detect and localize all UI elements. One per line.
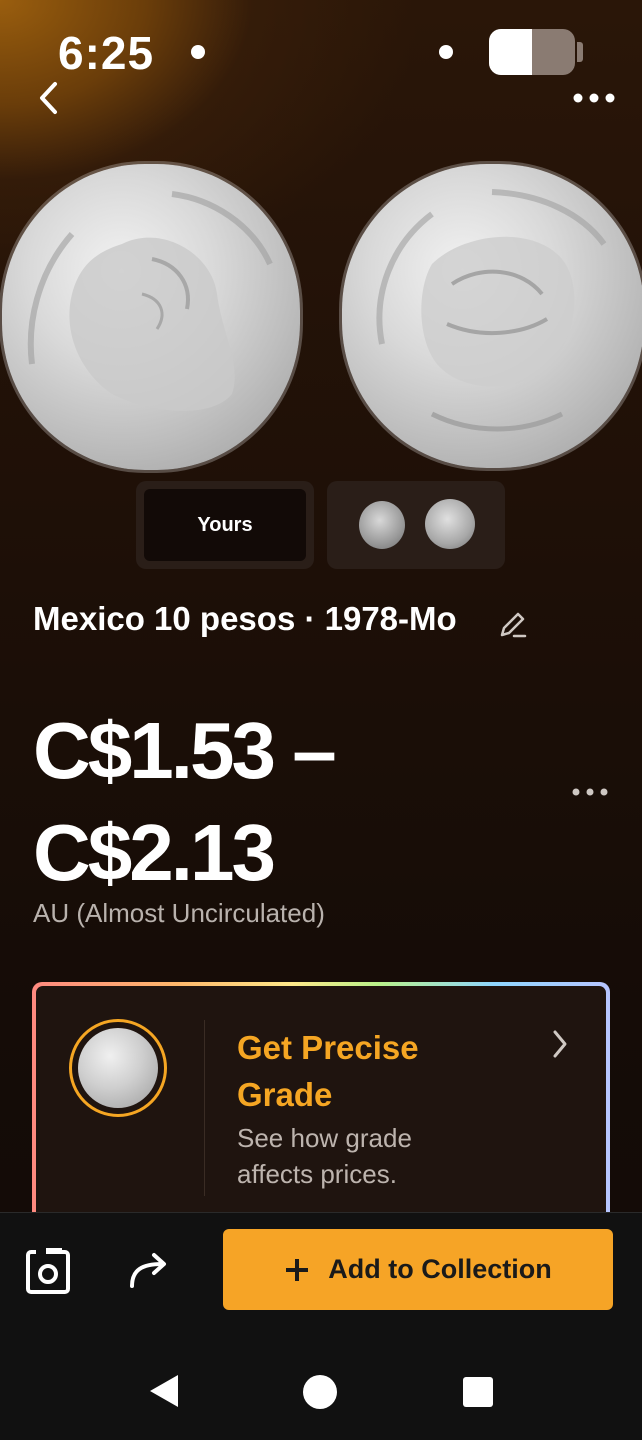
nav-home-button[interactable] xyxy=(300,1372,340,1412)
camera-icon xyxy=(26,1248,70,1294)
screen: 6:25 Yours Mexico 10 pesos · 1978-Mo C$1… xyxy=(0,0,642,1440)
chevron-left-icon xyxy=(40,82,57,114)
camera-button[interactable] xyxy=(22,1244,74,1296)
card-title: Get Precise Grade xyxy=(237,1029,419,1113)
card-divider xyxy=(204,1020,205,1196)
more-options-button[interactable] xyxy=(566,80,622,116)
nav-recents-button[interactable] xyxy=(460,1374,496,1410)
coin-obverse-image[interactable] xyxy=(2,164,300,470)
more-horizontal-icon xyxy=(573,93,615,103)
thumbnail-coin-obverse xyxy=(425,499,475,549)
price-range: C$1.53 – C$2.13 xyxy=(33,706,337,897)
pencil-icon xyxy=(500,612,527,638)
share-icon xyxy=(130,1253,166,1288)
battery-level xyxy=(489,29,532,75)
more-horizontal-icon xyxy=(572,788,608,796)
thumbnail-yours-label: Yours xyxy=(144,489,306,561)
share-button[interactable] xyxy=(122,1246,174,1294)
nav-back-button[interactable] xyxy=(140,1368,186,1414)
triangle-back-icon xyxy=(150,1375,178,1407)
card-coin-image xyxy=(69,1019,167,1117)
card-coin-thumbnail xyxy=(78,1028,158,1108)
thumbnail-yours[interactable]: Yours xyxy=(136,481,314,569)
card-subtitle: See how grade affects prices. xyxy=(237,1123,412,1189)
signal-dot xyxy=(439,45,453,59)
circle-home-icon xyxy=(303,1375,337,1409)
status-time: 6:25 xyxy=(58,27,155,79)
battery-nub xyxy=(577,42,583,62)
back-button[interactable] xyxy=(28,72,68,124)
plus-icon xyxy=(284,1257,310,1283)
add-to-collection-button[interactable]: Add to Collection xyxy=(223,1229,613,1310)
coin-reverse-art xyxy=(376,189,607,432)
coin-reverse-image[interactable] xyxy=(342,164,642,468)
precise-grade-card[interactable]: Get Precise Grade See how grade affects … xyxy=(32,982,610,1242)
add-to-collection-label: Add to Collection xyxy=(328,1254,552,1284)
notification-dot xyxy=(191,45,205,59)
battery-icon xyxy=(489,29,575,75)
precise-grade-card-body: Get Precise Grade See how grade affects … xyxy=(36,986,606,1238)
coin-obverse-art xyxy=(27,191,273,411)
edit-title-button[interactable] xyxy=(498,608,528,640)
card-chevron xyxy=(546,1024,574,1064)
thumbnail-reference-coins[interactable] xyxy=(327,481,505,569)
price-options-button[interactable] xyxy=(570,776,610,808)
coin-title: Mexico 10 pesos · 1978-Mo xyxy=(33,600,457,637)
square-recents-icon xyxy=(463,1377,493,1407)
chevron-right-icon xyxy=(553,1030,567,1058)
thumbnail-coin-reverse xyxy=(359,501,405,549)
grade-label: AU (Almost Uncirculated) xyxy=(33,898,325,928)
